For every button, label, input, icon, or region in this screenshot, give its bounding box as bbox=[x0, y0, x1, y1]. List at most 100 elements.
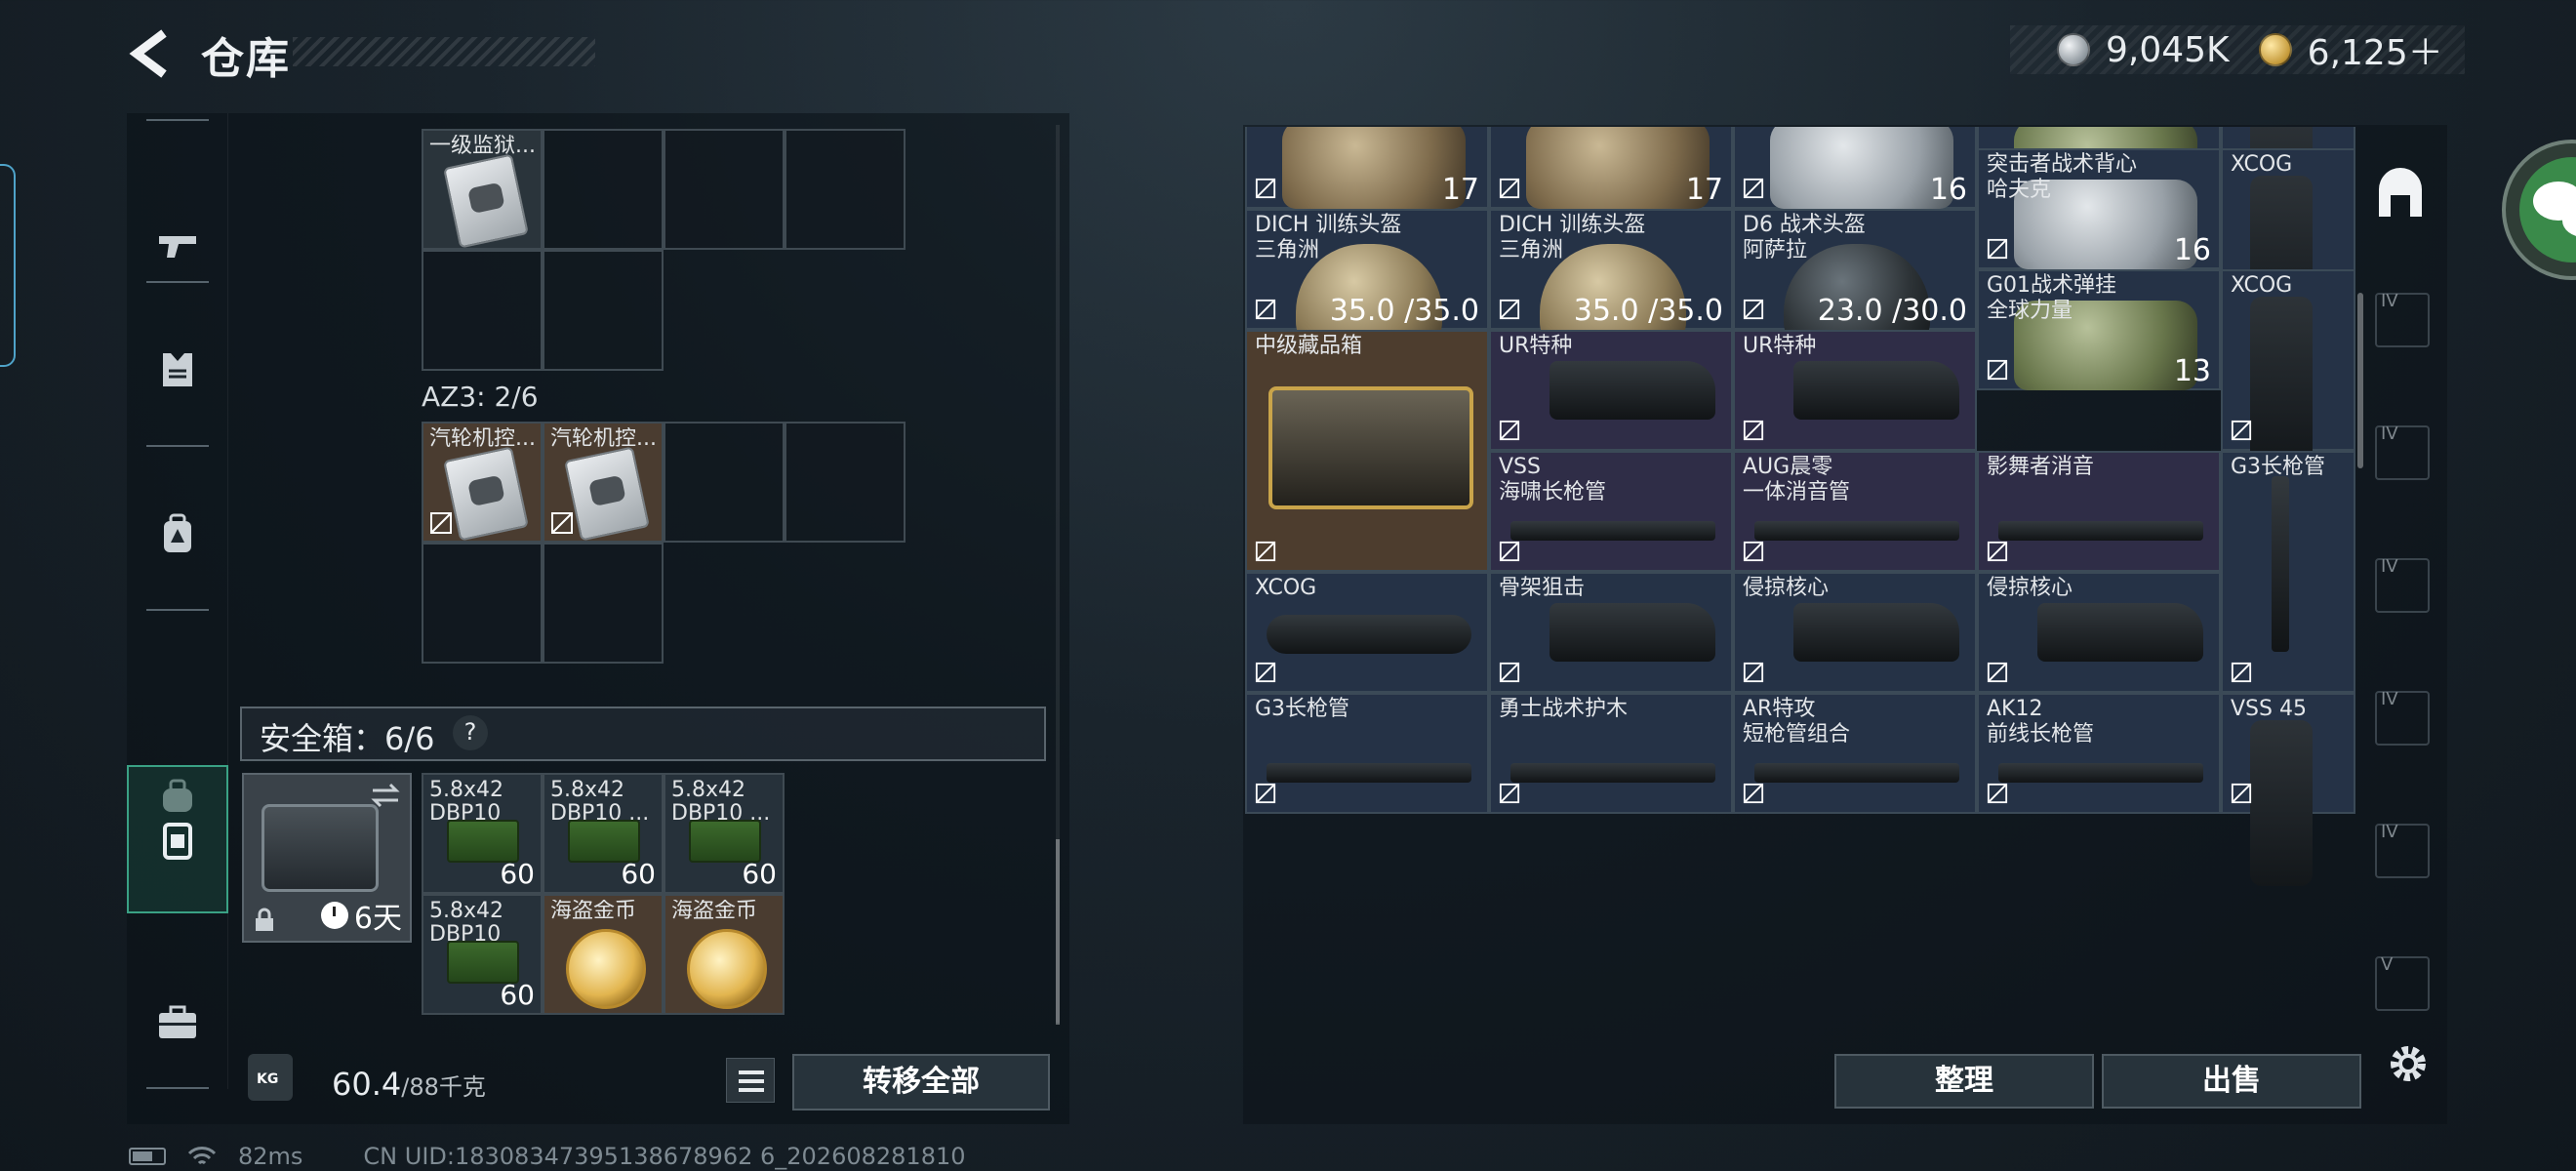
warehouse-item[interactable]: 影舞者消音 bbox=[1977, 451, 2221, 572]
warehouse-item[interactable]: G01战术弹挂 全球力量 13 bbox=[1977, 269, 2221, 390]
list-view-button[interactable] bbox=[726, 1058, 775, 1103]
safe-slot[interactable]: 海盗金币 bbox=[664, 894, 785, 1015]
tier-tab[interactable]: IV bbox=[2375, 556, 2430, 613]
chat-button[interactable] bbox=[2498, 137, 2576, 283]
warehouse-item[interactable]: 三角洲17 bbox=[1245, 127, 1489, 209]
no-transfer-icon bbox=[1743, 783, 1764, 804]
right-scrollbar-thumb[interactable] bbox=[2357, 293, 2363, 468]
gear-icon bbox=[2391, 1046, 2426, 1081]
container-slot[interactable] bbox=[543, 129, 664, 250]
safe-box-capacity: 安全箱：6/6 bbox=[260, 720, 435, 757]
warehouse-item[interactable]: DICH 训练头盔 三角洲 35.0 /35.0 bbox=[1489, 209, 1733, 351]
warehouse-item[interactable]: UR特种 bbox=[1733, 330, 1977, 451]
az3-slot[interactable] bbox=[422, 543, 543, 664]
side-drawer-tab[interactable] bbox=[0, 164, 16, 367]
item-quantity: 60 bbox=[500, 858, 535, 890]
item-name: 突击者战术背心 哈夫克 bbox=[1987, 152, 2138, 202]
safe-slot[interactable]: 5.8x42 DBP10 ... 60 bbox=[664, 773, 785, 894]
tier-tab[interactable]: IV bbox=[2375, 424, 2430, 480]
safe-box-help-button[interactable]: ? bbox=[453, 715, 488, 750]
warehouse-home-icon[interactable] bbox=[2371, 166, 2430, 224]
tier-label: IV bbox=[2381, 424, 2398, 444]
safe-slot[interactable]: 5.8x42 DBP10 60 bbox=[422, 773, 543, 894]
container-slot[interactable]: 一级监狱... bbox=[422, 129, 543, 250]
az3-slot[interactable] bbox=[785, 422, 906, 543]
warehouse-item[interactable]: VSS 海啸长枪管 bbox=[1489, 451, 1733, 572]
list-icon bbox=[739, 1070, 764, 1092]
az3-slot[interactable]: 汽轮机控... bbox=[543, 422, 664, 543]
scope-icon bbox=[1267, 615, 1471, 654]
gold-currency-value[interactable]: 6,125＋ bbox=[2308, 24, 2443, 75]
safe-case-icon bbox=[163, 823, 192, 860]
sell-button[interactable]: 出售 bbox=[2102, 1054, 2361, 1109]
item-name: DICH 训练头盔 三角洲 bbox=[1499, 213, 1646, 262]
bag-icon bbox=[1770, 127, 1953, 209]
warehouse-item[interactable]: AR特攻 短枪管组合 bbox=[1733, 693, 1977, 814]
tier-tab[interactable]: IV bbox=[2375, 689, 2430, 746]
no-transfer-icon bbox=[1499, 420, 1520, 441]
safe-slot[interactable]: 5.8x42 DBP10 60 bbox=[422, 894, 543, 1015]
warehouse-item[interactable]: D6 战术头盔 阿萨拉 23.0 /30.0 bbox=[1733, 209, 1977, 351]
warehouse-item[interactable]: 中级藏品箱 bbox=[1245, 330, 1489, 572]
warehouse-item[interactable]: 骨架狙击 bbox=[1489, 572, 1733, 693]
tier-label: IV bbox=[2381, 689, 2398, 709]
tier-tab[interactable]: IV bbox=[2375, 822, 2430, 878]
item-label: 5.8x42 DBP10 ... bbox=[671, 779, 771, 826]
az3-slot[interactable] bbox=[664, 422, 785, 543]
safe-box-slot[interactable]: 6天 bbox=[242, 773, 412, 943]
warehouse-item[interactable]: AUG晨零 一体消音管 bbox=[1733, 451, 1977, 572]
toolbox-icon bbox=[159, 1005, 196, 1038]
item-quantity: 60 bbox=[742, 858, 777, 890]
tier-tab[interactable]: V bbox=[2375, 954, 2430, 1011]
no-transfer-icon bbox=[1499, 541, 1520, 562]
warehouse-item[interactable]: G3长枪管 bbox=[2221, 451, 2355, 693]
warehouse-item[interactable]: XCOG bbox=[2221, 269, 2355, 463]
item-name: XCOG bbox=[1255, 576, 1317, 600]
warehouse-item[interactable]: DICH 训练头盔 三角洲 35.0 /35.0 bbox=[1245, 209, 1489, 351]
days-remaining: 6天 bbox=[353, 902, 402, 936]
container-slot[interactable] bbox=[422, 250, 543, 371]
item-name: AK12 前线长枪管 bbox=[1987, 697, 2095, 747]
item-name: 中级藏品箱 bbox=[1255, 334, 1363, 358]
barrel-icon bbox=[1998, 521, 2203, 541]
item-count: 35.0 /35.0 bbox=[1329, 294, 1479, 328]
warehouse-item[interactable]: 侵掠核心 bbox=[1733, 572, 1977, 693]
warehouse-grid: 三角洲17三角洲17哈夫克1625DICH 训练头盔 三角洲35.0 /35.0… bbox=[1245, 127, 2357, 1038]
warehouse-item[interactable]: AK12 前线长枪管 bbox=[1977, 693, 2221, 814]
sort-button[interactable]: 整理 bbox=[1834, 1054, 2094, 1109]
clock-icon bbox=[320, 902, 348, 929]
warehouse-item[interactable]: VSS 45 bbox=[2221, 693, 2355, 886]
az3-slot[interactable]: 汽轮机控... bbox=[422, 422, 543, 543]
item-name: VSS 45 bbox=[2231, 697, 2307, 721]
warehouse-item[interactable]: UR特种 bbox=[1489, 330, 1733, 451]
warehouse-item[interactable]: 三角洲17 bbox=[1489, 127, 1733, 209]
nav-armor[interactable] bbox=[127, 297, 228, 443]
warehouse-item[interactable]: G3长枪管 bbox=[1245, 693, 1489, 814]
gold-coin-item-icon bbox=[687, 929, 767, 1009]
safe-slot[interactable]: 海盗金币 bbox=[543, 894, 664, 1015]
az3-slot[interactable] bbox=[543, 543, 664, 664]
nav-toolbox[interactable] bbox=[127, 949, 228, 1095]
tier-label: IV bbox=[2381, 291, 2398, 311]
nav-backpack[interactable] bbox=[127, 461, 228, 607]
warehouse-item[interactable]: 侵掠核心 bbox=[1977, 572, 2221, 693]
warehouse-item[interactable]: XCOG bbox=[1245, 572, 1489, 693]
warehouse-item[interactable]: 哈夫克16 bbox=[1733, 127, 1977, 209]
item-name: VSS 海啸长枪管 bbox=[1499, 455, 1607, 505]
swap-icon[interactable] bbox=[369, 781, 402, 810]
warehouse-item[interactable]: 勇士战术护木 bbox=[1489, 693, 1733, 814]
item-name: G3长枪管 bbox=[2231, 455, 2326, 479]
settings-button[interactable] bbox=[2381, 1036, 2435, 1091]
back-button[interactable] bbox=[125, 27, 174, 80]
left-scrollbar-thumb[interactable] bbox=[1056, 839, 1060, 1025]
container-slot[interactable] bbox=[785, 129, 906, 250]
user-id: CN UID:18308347395138678962 6_2026082818… bbox=[363, 1143, 966, 1170]
container-slot[interactable] bbox=[543, 250, 664, 371]
item-label: 一级监狱... bbox=[429, 135, 536, 158]
transfer-all-button[interactable]: 转移全部 bbox=[792, 1054, 1050, 1110]
safe-slot[interactable]: 5.8x42 DBP10 ... 60 bbox=[543, 773, 664, 894]
nav-safe-case[interactable] bbox=[127, 765, 228, 913]
tier-tab[interactable]: IV bbox=[2375, 291, 2430, 347]
container-slot[interactable] bbox=[664, 129, 785, 250]
warehouse-item[interactable]: 突击者战术背心 哈夫克 16 bbox=[1977, 148, 2221, 269]
